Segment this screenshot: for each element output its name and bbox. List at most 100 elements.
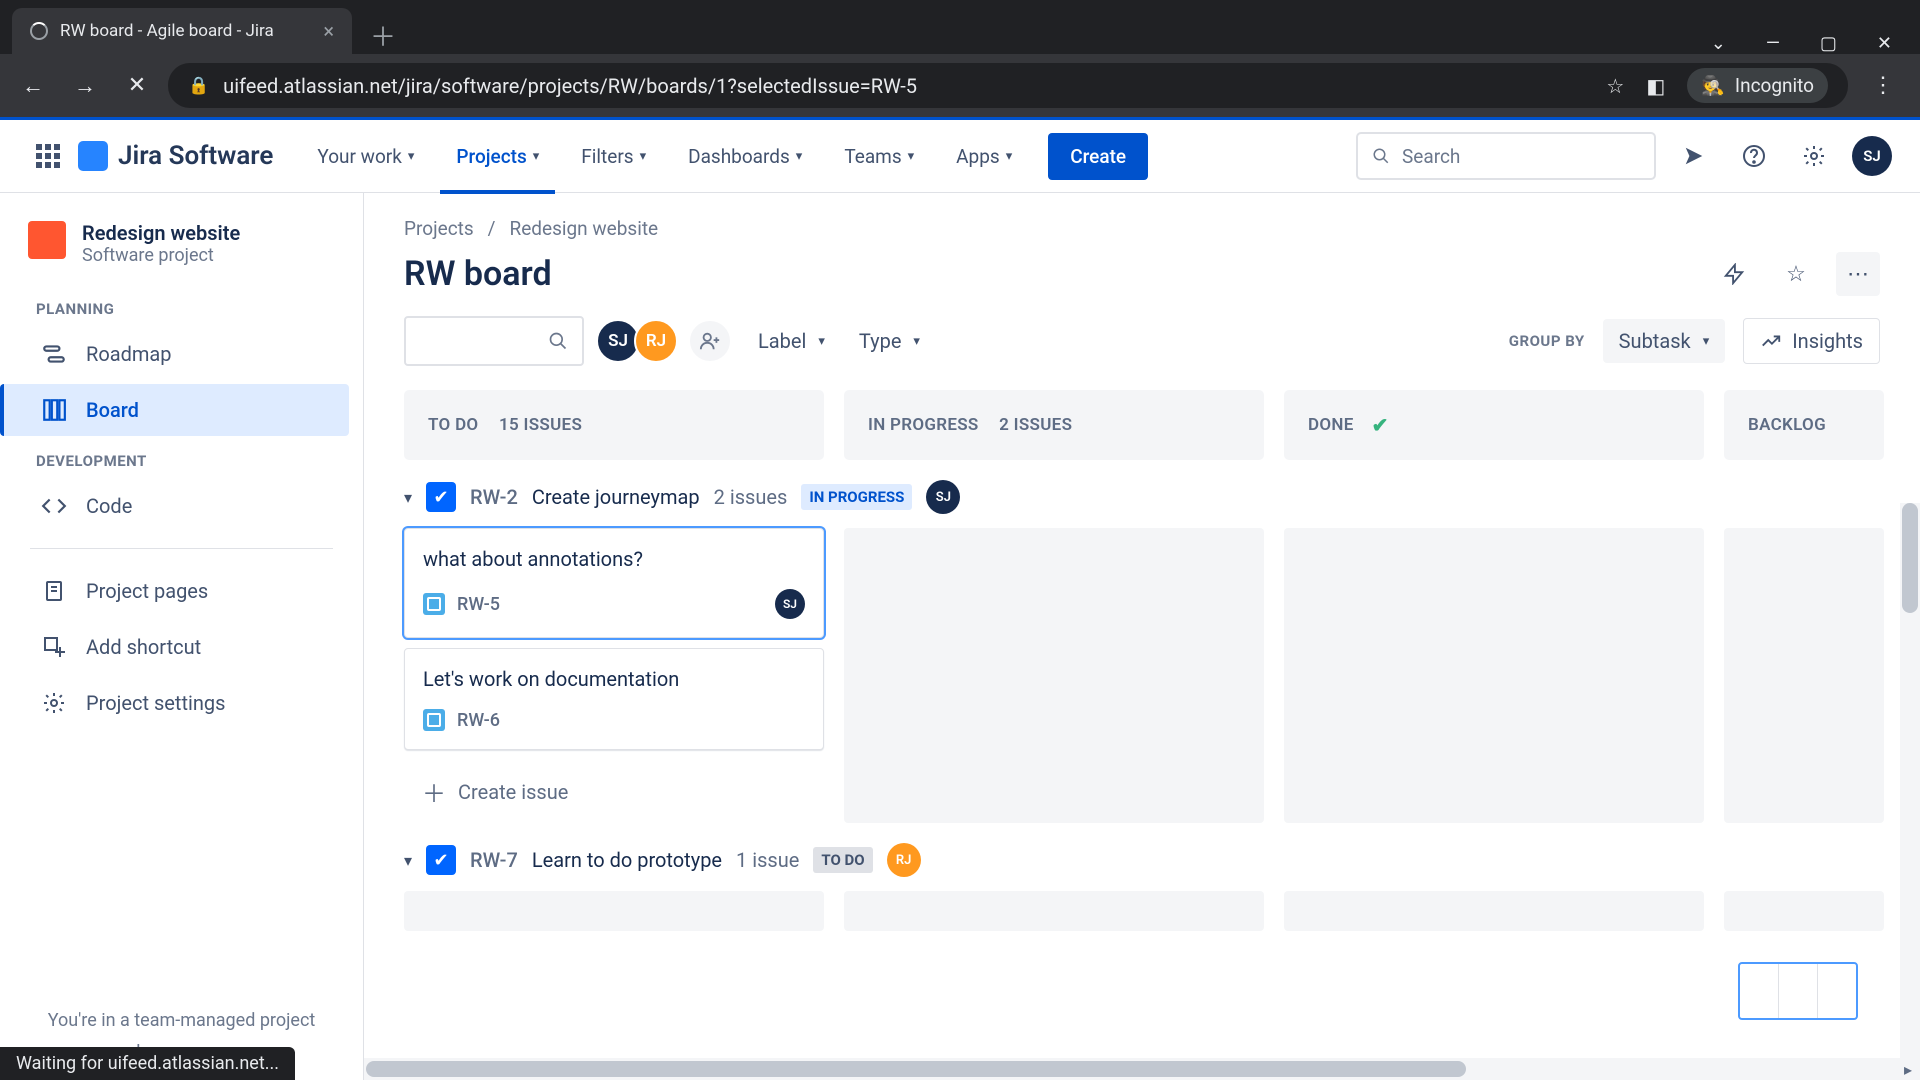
create-button[interactable]: Create bbox=[1048, 133, 1148, 180]
insights-icon bbox=[1760, 330, 1782, 352]
column-header-done[interactable]: DONE✔ bbox=[1284, 390, 1704, 460]
swimlane-cell-done[interactable] bbox=[1284, 528, 1704, 823]
maximize-icon[interactable]: ▢ bbox=[1820, 33, 1837, 54]
column-header-todo[interactable]: TO DO 15 ISSUES bbox=[404, 390, 824, 460]
lock-icon[interactable]: 🔒 bbox=[188, 76, 209, 96]
chevron-down-icon: ▾ bbox=[796, 149, 803, 164]
groupby-select[interactable]: Subtask▾ bbox=[1603, 319, 1726, 363]
column-header-backlog[interactable]: BACKLOG bbox=[1724, 390, 1884, 460]
vertical-scrollbar[interactable] bbox=[1900, 503, 1920, 1080]
swimlane-cell-backlog[interactable] bbox=[1724, 528, 1884, 823]
help-icon[interactable] bbox=[1732, 134, 1776, 178]
incognito-indicator[interactable]: 🕵 Incognito bbox=[1687, 68, 1828, 103]
extensions-icon[interactable]: ◧ bbox=[1646, 74, 1665, 98]
groupby-label: GROUP BY bbox=[1509, 332, 1585, 350]
page-title: RW board bbox=[404, 254, 552, 294]
automation-icon[interactable] bbox=[1712, 252, 1756, 296]
type-filter[interactable]: Type▾ bbox=[851, 329, 928, 353]
stop-reload-button[interactable]: ✕ bbox=[116, 65, 158, 107]
swimlane-header[interactable]: ▾ ✔ RW-2 Create journeymap 2 issues IN P… bbox=[404, 480, 1880, 514]
sidebar-item-roadmap[interactable]: Roadmap bbox=[10, 328, 349, 380]
chevron-down-icon[interactable]: ▾ bbox=[404, 488, 412, 507]
user-avatar[interactable]: SJ bbox=[1852, 136, 1892, 176]
swimlane-title: Learn to do prototype bbox=[532, 848, 722, 872]
status-lozenge: TO DO bbox=[813, 847, 872, 873]
new-tab-button[interactable]: ＋ bbox=[352, 17, 414, 54]
tab-search-icon[interactable]: ⌄ bbox=[1711, 33, 1726, 54]
avatar-rj[interactable]: RJ bbox=[634, 319, 678, 363]
sidebar-item-board[interactable]: Board bbox=[0, 384, 349, 436]
forward-button[interactable]: → bbox=[64, 65, 106, 107]
label-filter[interactable]: Label▾ bbox=[750, 329, 833, 353]
create-issue-button[interactable]: ＋Create issue bbox=[404, 760, 824, 823]
star-icon[interactable]: ☆ bbox=[1774, 252, 1818, 296]
nav-dashboards[interactable]: Dashboards▾ bbox=[672, 118, 818, 194]
browser-tab[interactable]: RW board - Agile board - Jira × bbox=[12, 8, 352, 54]
swimlane-cell-todo[interactable]: what about annotations? RW-5 SJ Let's wo… bbox=[404, 528, 824, 823]
swimlane-title: Create journeymap bbox=[532, 485, 700, 509]
card-title: what about annotations? bbox=[423, 547, 805, 571]
minimize-icon[interactable]: — bbox=[1766, 33, 1780, 54]
window-controls: ⌄ — ▢ ✕ bbox=[1711, 21, 1920, 54]
nav-teams[interactable]: Teams▾ bbox=[828, 118, 930, 194]
swimlane-assignee-avatar[interactable]: SJ bbox=[926, 480, 960, 514]
sidebar-item-code[interactable]: Code bbox=[10, 480, 349, 532]
nav-filters[interactable]: Filters▾ bbox=[565, 118, 662, 194]
close-tab-icon[interactable]: × bbox=[323, 19, 334, 43]
insights-button[interactable]: Insights bbox=[1743, 318, 1880, 364]
swimlane-header[interactable]: ▾ ✔ RW-7 Learn to do prototype 1 issue T… bbox=[404, 843, 1880, 877]
card-title: Let's work on documentation bbox=[423, 667, 805, 691]
status-lozenge: IN PROGRESS bbox=[801, 484, 912, 510]
column-header-inprogress[interactable]: IN PROGRESS 2 ISSUES bbox=[844, 390, 1264, 460]
breadcrumb-projects[interactable]: Projects bbox=[404, 217, 474, 240]
board-columns: TO DO 15 ISSUES IN PROGRESS 2 ISSUES DON… bbox=[404, 390, 1880, 460]
bookmark-star-icon[interactable]: ☆ bbox=[1606, 74, 1624, 98]
nav-your-work[interactable]: Your work▾ bbox=[301, 118, 430, 194]
project-icon bbox=[28, 221, 66, 259]
card-assignee-avatar[interactable]: SJ bbox=[775, 589, 805, 619]
app-switcher-icon[interactable] bbox=[28, 136, 68, 176]
issue-card[interactable]: what about annotations? RW-5 SJ bbox=[404, 528, 824, 638]
tab-title: RW board - Agile board - Jira bbox=[60, 21, 274, 41]
swimlane-cell-backlog[interactable] bbox=[1724, 891, 1884, 931]
add-people-icon[interactable] bbox=[688, 319, 732, 363]
swimlane-key[interactable]: RW-2 bbox=[470, 485, 518, 509]
close-window-icon[interactable]: ✕ bbox=[1877, 33, 1892, 54]
subtask-type-icon bbox=[423, 593, 445, 615]
chevron-down-icon: ▾ bbox=[913, 334, 920, 349]
chevron-down-icon[interactable]: ▾ bbox=[404, 851, 412, 870]
swimlane-cell-done[interactable] bbox=[1284, 891, 1704, 931]
chrome-menu-icon[interactable]: ⋮ bbox=[1858, 73, 1908, 98]
section-planning: PLANNING bbox=[0, 286, 363, 326]
settings-icon[interactable] bbox=[1792, 134, 1836, 178]
sidebar-item-add-shortcut[interactable]: Add shortcut bbox=[10, 621, 349, 673]
nav-projects[interactable]: Projects▾ bbox=[440, 118, 555, 194]
swimlane-cell-inprogress[interactable] bbox=[844, 528, 1264, 823]
swimlane-cell-todo[interactable] bbox=[404, 891, 824, 931]
nav-apps[interactable]: Apps▾ bbox=[940, 118, 1028, 194]
project-sidebar: Redesign website Software project PLANNI… bbox=[0, 193, 364, 1080]
scroll-right-icon: ▸ bbox=[1896, 1060, 1920, 1079]
address-bar[interactable]: 🔒 uifeed.atlassian.net/jira/software/pro… bbox=[168, 63, 1848, 108]
swimlane-assignee-avatar[interactable]: RJ bbox=[887, 843, 921, 877]
task-type-icon: ✔ bbox=[426, 845, 456, 875]
breadcrumb-project[interactable]: Redesign website bbox=[510, 217, 659, 240]
project-header[interactable]: Redesign website Software project bbox=[0, 215, 363, 286]
jira-logo[interactable]: Jira Software bbox=[78, 141, 273, 171]
issue-card[interactable]: Let's work on documentation RW-6 bbox=[404, 648, 824, 750]
more-actions-icon[interactable]: ⋯ bbox=[1836, 252, 1880, 296]
sidebar-item-project-settings[interactable]: Project settings bbox=[10, 677, 349, 729]
notifications-icon[interactable] bbox=[1672, 134, 1716, 178]
swimlane-key[interactable]: RW-7 bbox=[470, 848, 518, 872]
quick-filters-widget[interactable] bbox=[1738, 962, 1858, 1020]
horizontal-scrollbar[interactable]: ▸ bbox=[364, 1058, 1920, 1080]
jira-mark-icon bbox=[78, 141, 108, 171]
gear-icon bbox=[40, 689, 68, 717]
back-button[interactable]: ← bbox=[12, 65, 54, 107]
swimlane-cell-inprogress[interactable] bbox=[844, 891, 1264, 931]
sidebar-item-project-pages[interactable]: Project pages bbox=[10, 565, 349, 617]
chevron-down-icon: ▾ bbox=[640, 149, 647, 164]
board-search-input[interactable] bbox=[404, 316, 584, 366]
browser-chrome: RW board - Agile board - Jira × ＋ ⌄ — ▢ … bbox=[0, 0, 1920, 117]
global-search-input[interactable]: Search bbox=[1356, 132, 1656, 180]
